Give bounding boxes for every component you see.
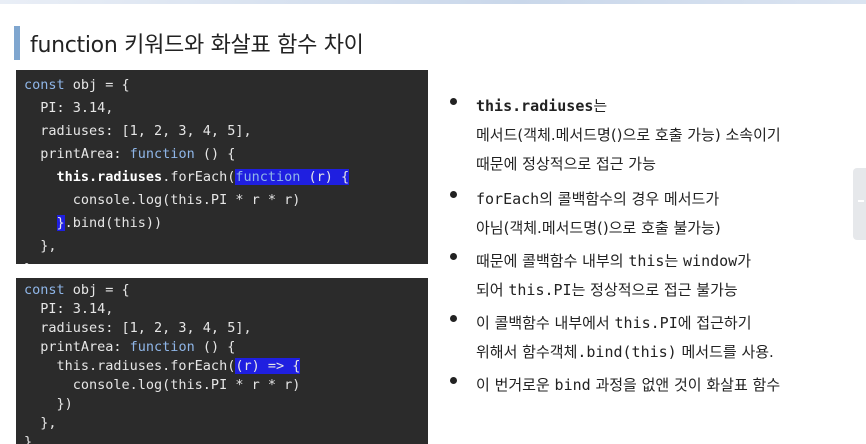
code-line-highlighted: console.log(this.PI * r * r) [24,377,301,393]
code-term: this [628,252,665,270]
code-line: }, [24,415,57,431]
bullet-dot [450,377,457,384]
code-line: radiuses: [1, 2, 3, 4, 5], [24,123,252,139]
code-line: } [24,258,428,264]
code-line: printArea: function () { [24,146,236,162]
code-block-arrow: const obj = { PI: 3.14, radiuses: [1, 2,… [16,278,428,444]
code-line: } [24,434,33,444]
code-line-highlighted: console.log(this.PI * r * r) [24,192,301,208]
code-line: printArea: function () { [24,339,236,355]
code-term: window [683,252,738,270]
bullet-list: this.radiuses는 메서드(객체.메서드명()으로 호출 가능) 소속… [448,92,864,400]
bullet-item: 이 콜백함수 내부에서 this.PI에 접근하기 위해서 함수객체.bind(… [448,309,864,367]
code-term: .bind(this) [577,343,677,361]
code-line: const obj = { [24,77,130,93]
code-line: const obj = { [24,282,130,298]
code-term: forEach [476,190,540,208]
code-term: this.PI [614,314,678,332]
bullet-dot [450,315,457,322]
code-line: }, [24,238,57,254]
bullet-dot [450,253,457,260]
bullet-dot [450,98,457,105]
code-term: bind [554,376,591,394]
code-line-highlighted: }) [24,396,73,412]
code-line-highlighted: this.radiuses.forEach((r) => { [24,358,301,374]
bullet-item: forEach의 콜백함수의 경우 메서드가 아님(객체.메서드명()으로 호출… [448,185,864,243]
title-accent-bar [14,26,20,60]
code-term: this.PI [508,281,572,299]
code-term: this.radiuses [476,97,594,115]
bullet-dot [450,191,457,198]
top-accent-line [0,0,866,4]
code-line: radiuses: [1, 2, 3, 4, 5], [24,320,252,336]
code-line-highlighted: this.radiuses.forEach(function (r) { [56,169,350,185]
code-block-function: const obj = { PI: 3.14, radiuses: [1, 2,… [16,70,428,264]
code-line-highlighted: }.bind(this)) [56,215,163,231]
code-line: PI: 3.14, [24,301,114,317]
slide-title: function 키워드와 화살표 함수 차이 [14,24,364,62]
code-line: PI: 3.14, [24,100,114,116]
bullet-item: this.radiuses는 메서드(객체.메서드명()으로 호출 가능) 소속… [448,92,864,179]
bullet-item: 때문에 콜백함수 내부의 this는 window가 되어 this.PI는 정… [448,247,864,305]
title-text: function 키워드와 화살표 함수 차이 [30,33,364,58]
bullet-item: 이 번거로운 bind 과정을 없앤 것이 화살표 함수 [448,371,864,400]
side-panel-tab[interactable] [853,168,866,240]
